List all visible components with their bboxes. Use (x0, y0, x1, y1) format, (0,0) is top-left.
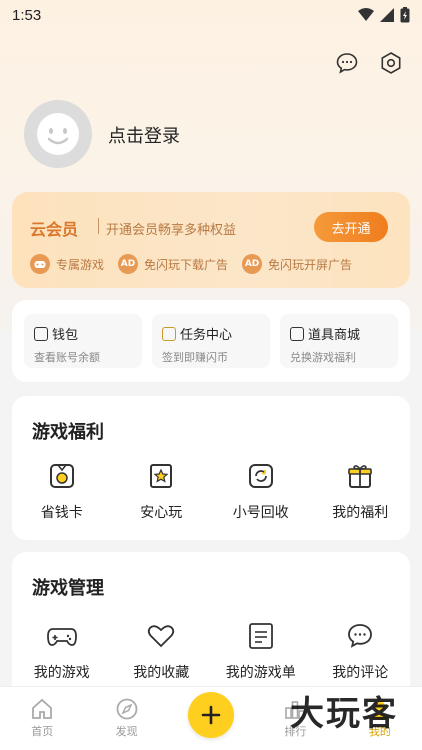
management-label: 我的游戏单 (225, 665, 296, 681)
tab-home[interactable]: 首页 (0, 687, 84, 750)
task-center-card[interactable]: 任务中心 签到即赚闪币 (152, 314, 270, 368)
vip-description: 开通会员畅享多种权益 (106, 223, 237, 238)
avatar[interactable] (24, 100, 92, 168)
battery-icon (400, 7, 410, 23)
management-label: 我的游戏 (33, 665, 90, 681)
item-store-subtitle: 兑换游戏福利 (290, 351, 356, 364)
no-ad-icon: AD (118, 254, 139, 274)
savings-card-icon (46, 460, 78, 492)
wallet-title: 钱包 (52, 328, 79, 343)
vip-title: 云会员 (30, 220, 79, 239)
vip-perk: 专属游戏 (30, 254, 104, 274)
vip-perk-label: 免闪玩下载广告 (144, 257, 229, 272)
management-title: 游戏管理 (32, 578, 104, 599)
vip-perk-label: 免闪玩开屏广告 (268, 257, 353, 272)
gamepad-icon (30, 254, 50, 274)
benefit-label: 我的福利 (332, 505, 389, 521)
gamepad-icon (46, 620, 78, 652)
vip-perk: AD 免闪玩下载广告 (118, 254, 228, 274)
watermark-logo: 大玩客 (290, 694, 398, 734)
wallet-card[interactable]: 钱包 查看账号余额 (24, 314, 142, 368)
compass-icon (116, 698, 138, 720)
management-item[interactable]: 我的收藏 (112, 620, 212, 682)
home-icon (32, 698, 53, 719)
vip-divider (98, 218, 99, 234)
benefit-label: 省钱卡 (40, 505, 83, 521)
management-item[interactable]: 我的游戏单 (211, 620, 311, 682)
status-icons (358, 7, 410, 23)
comment-icon (344, 620, 376, 652)
benefit-item[interactable]: 小号回收 (211, 460, 311, 522)
wallet-panel: 钱包 查看账号余额 任务中心 签到即赚闪币 道具商城 兑换游戏福利 (12, 300, 410, 382)
benefit-label: 小号回收 (232, 505, 289, 521)
tab-create[interactable] (169, 687, 253, 750)
tab-home-label: 首页 (31, 725, 54, 738)
message-icon[interactable] (334, 50, 360, 76)
top-actions (334, 50, 404, 76)
store-icon (290, 326, 304, 341)
benefit-item[interactable]: 安心玩 (112, 460, 212, 522)
safe-play-icon (145, 460, 177, 492)
benefit-label: 安心玩 (140, 505, 183, 521)
vip-perks: 专属游戏 AD 免闪玩下载广告 AD 免闪玩开屏广告 (30, 254, 352, 274)
management-label: 我的评论 (332, 665, 389, 681)
task-center-subtitle: 签到即赚闪币 (162, 351, 228, 364)
benefits-section: 游戏福利 省钱卡 安心玩 小号回收 我的福利 (12, 396, 410, 540)
status-time: 1:53 (12, 6, 42, 24)
smiley-avatar-icon (37, 113, 79, 155)
recycle-icon (245, 460, 277, 492)
vip-perk-label: 专属游戏 (56, 257, 105, 272)
status-bar: 1:53 (0, 0, 422, 30)
benefits-grid: 省钱卡 安心玩 小号回收 我的福利 (12, 460, 410, 522)
benefit-item[interactable]: 我的福利 (311, 460, 411, 522)
benefits-title: 游戏福利 (32, 422, 104, 443)
management-section: 游戏管理 我的游戏 我的收藏 我的游戏单 我的评论 (12, 552, 410, 702)
management-item[interactable]: 我的评论 (311, 620, 411, 682)
vip-perk: AD 免闪玩开屏广告 (242, 254, 352, 274)
item-store-card[interactable]: 道具商城 兑换游戏福利 (280, 314, 398, 368)
login-link[interactable]: 点击登录 (108, 122, 180, 148)
heart-icon (145, 620, 177, 652)
list-icon (245, 620, 277, 652)
signal-icon (380, 8, 394, 22)
item-store-title: 道具商城 (308, 328, 361, 343)
open-vip-button[interactable]: 去开通 (314, 212, 388, 242)
management-item[interactable]: 我的游戏 (12, 620, 112, 682)
management-grid: 我的游戏 我的收藏 我的游戏单 我的评论 (12, 620, 410, 682)
vip-card[interactable]: 云会员 开通会员畅享多种权益 去开通 专属游戏 AD 免闪玩下载广告 AD 免闪… (12, 192, 410, 288)
gift-icon (344, 460, 376, 492)
task-icon (162, 326, 176, 341)
tab-discover[interactable]: 发现 (84, 687, 168, 750)
tab-discover-label: 发现 (115, 725, 138, 738)
no-ad-icon: AD (242, 254, 263, 274)
task-center-title: 任务中心 (180, 328, 233, 343)
management-label: 我的收藏 (133, 665, 190, 681)
settings-icon[interactable] (378, 50, 404, 76)
plus-icon (188, 691, 235, 738)
wifi-icon (358, 8, 374, 21)
wallet-subtitle: 查看账号余额 (34, 351, 100, 364)
wallet-icon (34, 326, 48, 341)
benefit-item[interactable]: 省钱卡 (12, 460, 112, 522)
